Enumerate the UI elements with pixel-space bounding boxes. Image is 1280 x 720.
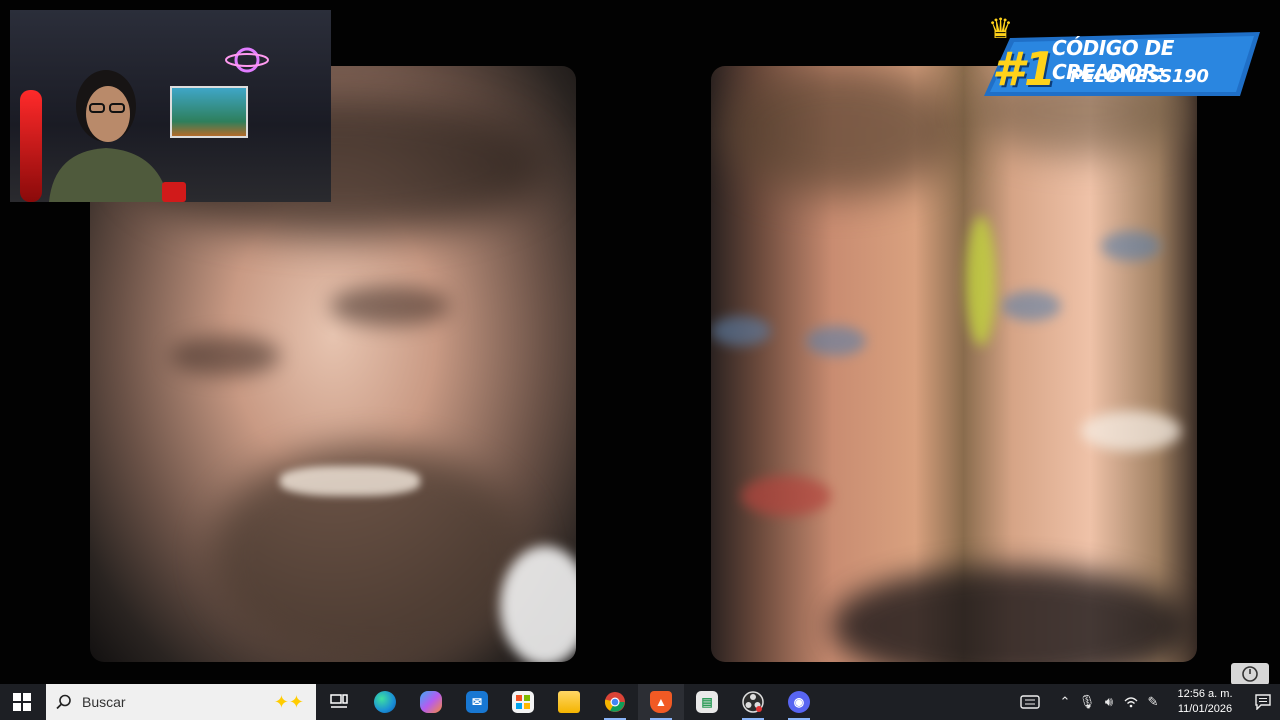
photo-right-women xyxy=(711,66,1197,662)
taskbar-app-obs[interactable] xyxy=(730,684,776,720)
red-mug xyxy=(162,182,186,202)
taskbar-app-chrome[interactable] xyxy=(592,684,638,720)
taskbar-app-file-explorer[interactable] xyxy=(546,684,592,720)
taskbar-search[interactable]: Buscar ✦✦ xyxy=(46,684,316,720)
tray-app-icon[interactable] xyxy=(1016,684,1044,720)
notification-icon xyxy=(1255,694,1271,710)
taskbar-app-copilot[interactable] xyxy=(408,684,454,720)
edge-icon xyxy=(374,691,396,713)
banner-creator-code: PELONESS190 xyxy=(1070,66,1209,87)
gauge-icon xyxy=(1242,666,1258,682)
task-view-icon xyxy=(330,694,348,708)
wifi-icon[interactable] xyxy=(1120,684,1142,720)
taskbar-clock[interactable]: 12:56 a. m. 11/01/2026 xyxy=(1170,687,1240,717)
notification-center-button[interactable] xyxy=(1246,684,1280,720)
speaker-icon[interactable]: 🔊︎ xyxy=(1098,684,1120,720)
clock-time: 12:56 a. m. xyxy=(1177,688,1233,700)
pen-icon[interactable]: ✎ xyxy=(1142,684,1164,720)
crown-icon: ♛ xyxy=(988,13,1014,44)
taskbar-app-outlook[interactable]: ✉ xyxy=(454,684,500,720)
streamer xyxy=(49,70,169,202)
chrome-icon xyxy=(604,692,625,712)
start-button[interactable] xyxy=(0,684,44,720)
task-view-button[interactable] xyxy=(316,684,362,720)
neon-planet-icon xyxy=(225,47,269,73)
taskbar-app-brave[interactable]: ▲ xyxy=(638,684,684,720)
store-icon xyxy=(512,691,534,713)
brave-icon: ▲ xyxy=(650,691,672,713)
creator-code-banner: ♛ #1 CÓDIGO DE CREADOR: PELONESS190 xyxy=(984,12,1260,104)
system-tray: ⌃ 🎙︎ 🔊︎ ✎ 12:56 a. m. 11/01/2026 xyxy=(1016,684,1280,720)
taskbar-app-remote[interactable]: ▤ xyxy=(684,684,730,720)
search-icon xyxy=(56,694,71,710)
video-stage: ♛ #1 CÓDIGO DE CREADOR: PELONESS190 xyxy=(0,0,1280,684)
sparkle-icon: ✦✦ xyxy=(273,691,304,712)
discord-icon: ◉ xyxy=(788,691,810,713)
folder-icon xyxy=(558,691,580,713)
obs-icon xyxy=(742,691,764,713)
copilot-icon xyxy=(420,691,442,713)
chevron-up-icon[interactable]: ⌃ xyxy=(1054,684,1076,720)
taskbar-app-discord[interactable]: ◉ xyxy=(776,684,822,720)
taskbar-app-edge[interactable] xyxy=(362,684,408,720)
clock-widget-button[interactable] xyxy=(1231,663,1269,684)
banner-rank: #1 xyxy=(992,42,1057,96)
aquarium xyxy=(170,86,248,138)
gaming-chair xyxy=(20,90,42,202)
outlook-icon: ✉ xyxy=(466,691,488,713)
windows-icon xyxy=(13,693,31,711)
search-placeholder: Buscar xyxy=(82,694,126,710)
remote-app-icon: ▤ xyxy=(696,691,718,713)
clock-date: 11/01/2026 xyxy=(1177,703,1233,715)
microphone-icon[interactable]: 🎙︎ xyxy=(1076,684,1098,720)
taskbar: Buscar ✦✦ ✉ ▲ ▤ ◉ ⌃ 🎙︎ 🔊︎ ✎ 12:56 a. m. … xyxy=(0,684,1280,720)
webcam-overlay xyxy=(10,10,331,202)
taskbar-app-store[interactable] xyxy=(500,684,546,720)
